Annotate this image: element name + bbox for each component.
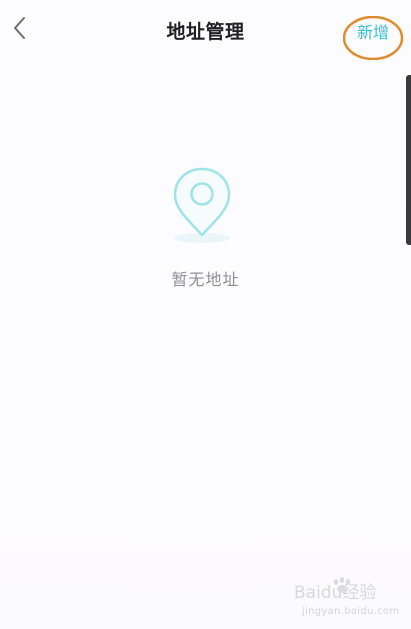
watermark-brand: Baidu经验 [294, 583, 376, 603]
address-management-screen: 地址管理 新增 暂无地址 Baidu经验 jingyan.baidu.com [0, 0, 411, 629]
add-address-button[interactable]: 新增 [343, 16, 403, 60]
empty-state: 暂无地址 [0, 160, 411, 300]
add-button-label: 新增 [357, 23, 390, 42]
watermark-url: jingyan.baidu.com [302, 606, 400, 617]
nav-header: 地址管理 新增 [0, 0, 411, 62]
location-pin-icon [170, 165, 234, 245]
empty-state-message: 暂无地址 [171, 270, 240, 289]
